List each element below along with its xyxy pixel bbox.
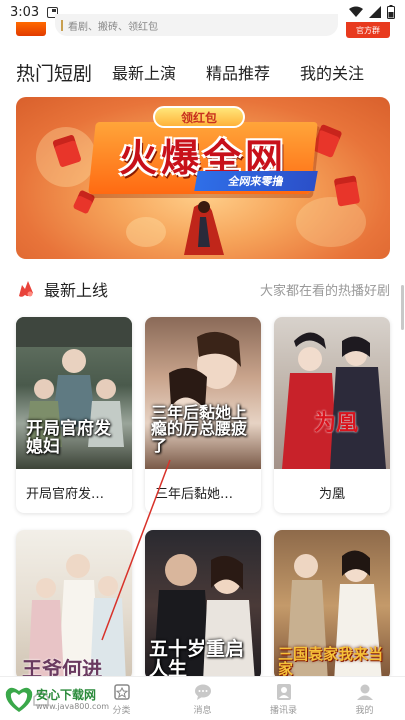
search-bar[interactable]: 看剧、搬砖、领红包 xyxy=(55,14,338,36)
running-figure-icon xyxy=(184,201,224,255)
tab-following[interactable]: 我的关注 xyxy=(300,60,364,84)
section-subtitle: 大家都在看的热播好剧 xyxy=(259,283,390,299)
drama-card[interactable]: 王爷何进 xyxy=(16,530,132,680)
category-icon xyxy=(113,683,130,700)
nav-message-label: 消息 xyxy=(193,705,212,716)
section-title: 最新上线 xyxy=(44,281,109,300)
drama-poster: 王爷何进 xyxy=(16,530,132,680)
category-tabs: 热门短剧 最新上演 精品推荐 我的关注 xyxy=(16,57,396,87)
drama-title: 三年后黏她… xyxy=(155,487,234,502)
nav-category-label: 分类 xyxy=(112,705,131,716)
banner-subtitle: 全网来零撸 xyxy=(194,171,318,191)
status-icons xyxy=(349,5,395,19)
drama-poster: 三年后黏她上瘾的厉总腰疲了 xyxy=(145,317,261,469)
drama-poster: 为凰 xyxy=(274,317,390,469)
nav-message[interactable]: 消息 xyxy=(162,677,243,720)
tab-recommended[interactable]: 精品推荐 xyxy=(206,60,270,84)
poster-title: 三国袁家我来当家 xyxy=(278,644,384,679)
drama-poster: 开局官府发媳妇 xyxy=(16,317,132,469)
app-logo[interactable] xyxy=(16,22,46,36)
poster-title: 开局官府发媳妇 xyxy=(26,419,111,458)
flame-icon xyxy=(19,281,33,297)
search-divider xyxy=(61,19,63,31)
drama-card[interactable]: 五十岁重启人生 xyxy=(145,530,261,680)
nav-contacts[interactable]: 播讯录 xyxy=(243,677,324,720)
drama-poster: 五十岁重启人生 xyxy=(145,530,261,680)
watermark-url: www.java800.com xyxy=(36,702,110,711)
watermark-name: 安心下载网 xyxy=(36,688,97,702)
search-hint: 看剧、搬砖、领红包 xyxy=(68,21,158,33)
drama-card[interactable]: 三年后黏她上瘾的厉总腰疲了 三年后黏她… xyxy=(145,317,261,513)
scrollbar-thumb[interactable] xyxy=(401,285,404,330)
banner-pill: 领红包 xyxy=(153,106,245,128)
drama-card[interactable]: 开局官府发媳妇 开局官府发… xyxy=(16,317,132,513)
contacts-icon xyxy=(276,683,291,700)
red-envelope-icon xyxy=(333,175,361,207)
drama-card[interactable]: 为凰 为凰 xyxy=(274,317,390,513)
promo-banner[interactable]: 领红包 火爆全网 全网来零撸 xyxy=(16,97,390,259)
poster-title: 三年后黏她上瘾的厉总腰疲了 xyxy=(151,402,248,456)
nav-contacts-label: 播讯录 xyxy=(269,705,297,716)
tab-hot-dramas[interactable]: 热门短剧 xyxy=(16,59,92,86)
tab-latest[interactable]: 最新上演 xyxy=(112,60,176,84)
official-group-badge[interactable]: 官方群 xyxy=(346,22,390,38)
poster-title: 五十岁重启人生 xyxy=(149,638,245,680)
drama-poster: 三国袁家我来当家 xyxy=(274,530,390,680)
watermark-logo-icon xyxy=(5,687,33,712)
drama-title: 开局官府发… xyxy=(26,487,105,502)
nav-profile-label: 我的 xyxy=(355,705,374,716)
section-header: 最新上线 大家都在看的热播好剧 xyxy=(16,276,390,302)
battery-icon xyxy=(387,5,395,19)
wifi-icon xyxy=(349,6,363,17)
drama-card[interactable]: 三国袁家我来当家 xyxy=(274,530,390,680)
top-header: 看剧、搬砖、领红包 官方群 xyxy=(0,14,405,42)
nav-profile[interactable]: 我的 xyxy=(324,677,405,720)
watermark: 安心下载网 www.java800.com xyxy=(0,680,110,720)
poster-title: 为凰 xyxy=(314,409,359,436)
message-icon xyxy=(194,684,211,700)
signal-icon xyxy=(369,6,381,18)
profile-icon xyxy=(356,684,373,700)
status-time: 3:03 xyxy=(10,4,40,20)
drama-title: 为凰 xyxy=(318,487,345,502)
